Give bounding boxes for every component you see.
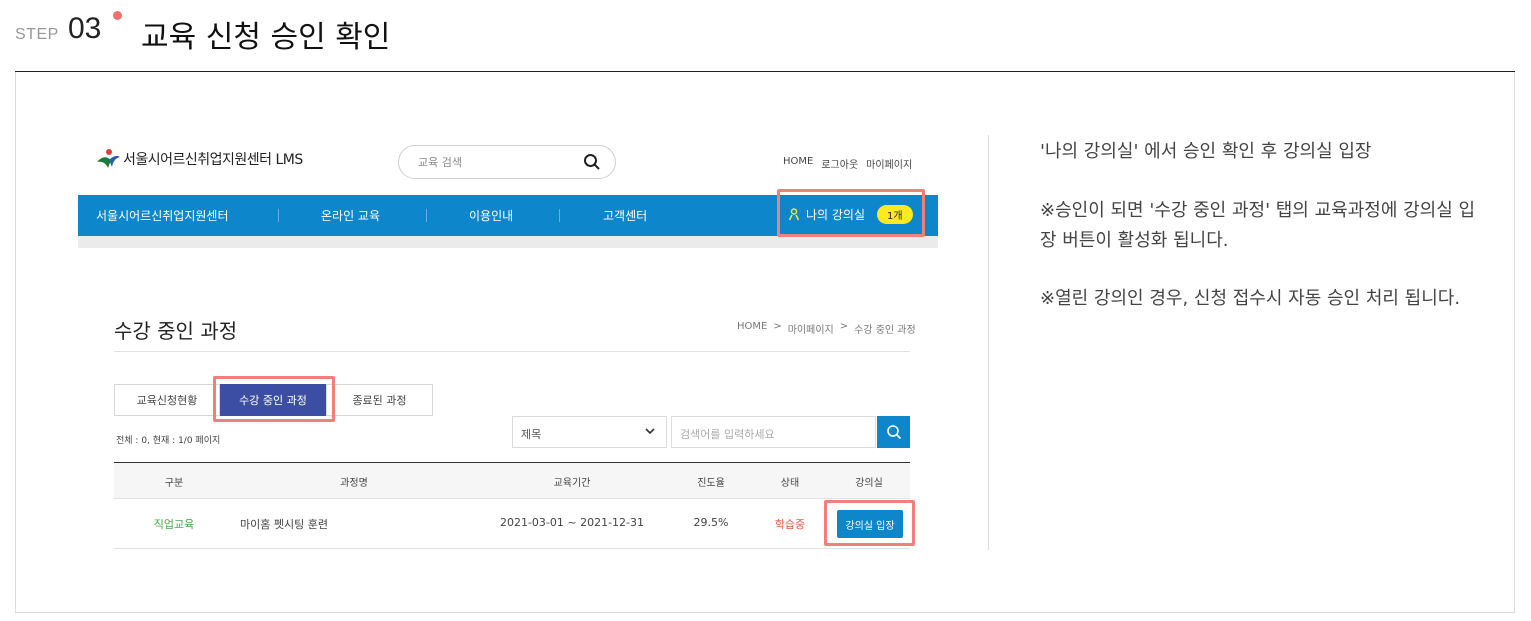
step-dot (113, 11, 122, 20)
nav-item-support[interactable]: 고객센터 (603, 207, 647, 224)
tab-completed[interactable]: 종료된 과정 (326, 384, 433, 416)
column-header-period: 교육기간 (553, 478, 591, 489)
site-search-placeholder: 교육 검색 (418, 156, 462, 169)
top-link-mypage[interactable]: 마이페이지 (866, 156, 912, 171)
logo-icon (97, 149, 120, 168)
search-field-select[interactable]: 제목 (512, 416, 667, 448)
breadcrumb-current: 수강 중인 과정 (854, 325, 916, 336)
breadcrumb-separator: > (773, 321, 782, 332)
column-header-course: 과정명 (340, 478, 368, 489)
panel-divider (988, 135, 989, 550)
row-course-title[interactable]: 마이홈 펫시팅 훈련 (240, 516, 328, 532)
title-divider (114, 351, 910, 352)
instruction-main: '나의 강의실' 에서 승인 확인 후 강의실 입장 (1040, 141, 1372, 162)
table-header-divider (114, 498, 910, 499)
table-bottom-border (114, 548, 910, 549)
highlight-enter-button (824, 500, 915, 546)
step-label: STEP (15, 26, 59, 43)
logo-text: 서울시어르신취업지원센터 LMS (123, 152, 303, 168)
instruction-note-approval: ※승인이 되면 '수강 중인 과정' 탭의 교육과정에 강의실 입장 버튼이 활… (1040, 200, 1476, 251)
row-category: 직업교육 (153, 518, 195, 531)
nav-divider (278, 209, 279, 222)
top-link-logout[interactable]: 로그아웃 (821, 156, 858, 171)
row-period: 2021-03-01 ~ 2021-12-31 (499, 516, 645, 529)
chevron-down-icon (645, 428, 655, 435)
highlight-my-classroom (777, 189, 925, 237)
column-header-classroom: 강의실 (855, 478, 883, 489)
row-progress: 29.5% (693, 516, 729, 529)
step-number: 03 (68, 12, 102, 45)
breadcrumb-mypage[interactable]: 마이페이지 (788, 321, 834, 336)
row-status: 학습중 (774, 518, 806, 531)
navbar-shadow (78, 236, 938, 248)
column-header-category: 구분 (164, 478, 184, 489)
breadcrumb-separator: > (839, 321, 849, 332)
nav-item-online-edu[interactable]: 온라인 교육 (321, 207, 380, 224)
highlight-in-progress-tab (213, 376, 335, 422)
breadcrumb-home[interactable]: HOME (737, 321, 767, 336)
tab-application-status[interactable]: 교육신청현황 (114, 384, 220, 416)
column-header-status: 상태 (780, 478, 800, 489)
search-icon (886, 425, 901, 440)
breadcrumb: HOME > 마이페이지 > 수강 중인 과정 (737, 321, 916, 336)
instruction-note-open-course: ※열린 강의인 경우, 신청 접수시 자동 승인 처리 됩니다. (1040, 288, 1461, 309)
top-link-home[interactable]: HOME (783, 156, 813, 171)
keyword-input[interactable]: 검색어를 입력하세요 (671, 416, 876, 448)
nav-divider (426, 209, 427, 222)
site-logo[interactable]: 서울시어르신취업지원센터 LMS (95, 148, 303, 170)
nav-divider (559, 209, 560, 222)
result-count: 전체 : 0, 현재 : 1/0 페이지 (116, 436, 221, 446)
search-button[interactable] (877, 416, 910, 448)
step-title: 교육 신청 승인 확인 (141, 20, 391, 55)
nav-item-guide[interactable]: 이용인내 (469, 207, 513, 224)
page-title: 수강 중인 과정 (114, 319, 238, 343)
nav-item-home[interactable]: 서울시어르신취업지원센터 (96, 207, 228, 224)
top-links: HOME 로그아웃 마이페이지 (783, 156, 912, 171)
column-header-progress: 진도율 (697, 478, 725, 489)
search-icon[interactable] (583, 153, 601, 171)
